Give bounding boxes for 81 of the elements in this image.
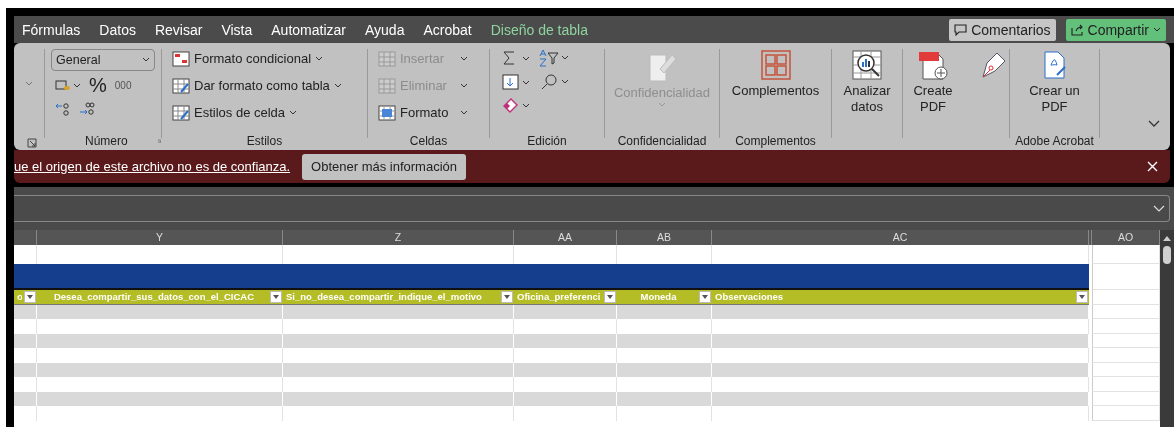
caret-icon <box>460 82 468 89</box>
cells-menu-button[interactable]: Formato <box>378 103 483 122</box>
scroll-up-icon[interactable] <box>1162 234 1172 242</box>
cells-icon <box>378 104 396 121</box>
collapse-ribbon-icon[interactable] <box>1148 120 1160 128</box>
expand-icon[interactable] <box>1153 204 1165 213</box>
create-pdf-link-button[interactable]: Crear un PDF <box>1024 49 1085 115</box>
group-label: Complementos <box>734 134 817 148</box>
table-format-icon <box>172 77 190 94</box>
create-pdf-button[interactable]: Create PDF <box>903 49 963 115</box>
comment-icon <box>954 23 968 36</box>
ribbon-tab[interactable]: Datos <box>99 21 136 38</box>
filter-dropdown-icon[interactable] <box>699 290 711 303</box>
more-info-button[interactable]: Obtener más información <box>302 153 467 180</box>
autosum-icon[interactable] <box>502 50 532 66</box>
cells-icon <box>378 50 396 67</box>
analyze-data-button[interactable]: Analizar datos <box>837 49 897 115</box>
percent-button[interactable]: % <box>89 75 107 95</box>
styles-menu-button[interactable]: Dar formato como tabla <box>172 76 361 95</box>
addins-button[interactable]: Complementos <box>731 49 820 98</box>
number-format-dropdown[interactable]: General <box>51 49 155 71</box>
warning-link[interactable]: ue el origen de este archivo no es de confianza. <box>14 159 291 174</box>
ribbon-tab[interactable]: Automatizar <box>271 21 346 38</box>
ribbon-tab[interactable]: Diseño de tabla <box>490 21 588 38</box>
table-format-icon <box>172 104 190 121</box>
comments-button[interactable]: Comentarios <box>949 18 1056 41</box>
share-icon <box>1070 23 1084 36</box>
eraser-icon[interactable] <box>502 97 532 113</box>
table-header: Observaciones <box>712 290 1089 305</box>
caret-icon <box>1153 26 1161 33</box>
scroll-thumb[interactable] <box>1163 246 1171 264</box>
caret-icon <box>315 55 324 62</box>
table-header: Oficina_preferenci <box>514 290 617 305</box>
filter-dropdown-icon[interactable] <box>1076 290 1088 303</box>
table-header: Si_no_desea_compartir_indique_el_motivo <box>283 290 514 305</box>
currency-icon[interactable] <box>55 78 81 92</box>
column-header[interactable]: Y <box>37 230 283 245</box>
group-label: Número <box>85 134 128 148</box>
table-header: o <box>14 290 37 305</box>
caret-icon <box>460 109 468 116</box>
caret-icon <box>289 109 298 116</box>
table-header: Moneda <box>617 290 712 305</box>
caret-icon <box>142 57 150 63</box>
close-icon[interactable] <box>1147 161 1158 172</box>
column-header[interactable]: AC <box>712 230 1089 245</box>
group-label: Adobe Acrobat <box>1014 134 1095 148</box>
ribbon-tab[interactable]: Ayuda <box>365 21 405 38</box>
filter-dropdown-icon[interactable] <box>501 290 513 303</box>
launcher-icon[interactable] <box>27 138 37 148</box>
vertical-scrollbar[interactable] <box>1160 230 1174 427</box>
increase-decimal-icon[interactable] <box>79 102 95 116</box>
chart-magnifier-icon <box>851 49 883 81</box>
column-header[interactable]: AB <box>617 230 712 245</box>
column-header[interactable]: AA <box>514 230 617 245</box>
group-label: Estilos <box>245 134 284 148</box>
ribbon-tab[interactable]: Revisar <box>154 21 203 38</box>
caret-icon <box>333 82 342 89</box>
filter-dropdown-icon[interactable] <box>270 290 282 303</box>
decrease-decimal-icon[interactable] <box>55 102 71 116</box>
column-header[interactable]: Z <box>283 230 514 245</box>
sort-filter-icon[interactable] <box>538 49 570 67</box>
caret-icon <box>658 102 666 108</box>
share-button[interactable]: Compartir <box>1065 18 1166 41</box>
group-label: Celdas <box>408 134 449 148</box>
filter-dropdown-icon[interactable] <box>24 290 36 303</box>
pdf-add-icon <box>917 49 949 81</box>
thousands-button[interactable]: 000 <box>114 79 132 91</box>
fill-icon[interactable] <box>502 74 532 90</box>
table-format-icon <box>172 50 190 67</box>
ribbon-tab[interactable]: Acrobat <box>423 21 472 38</box>
styles-menu-button[interactable]: Formato condicional <box>172 49 361 68</box>
cells-icon <box>378 77 396 94</box>
group-label: Edición <box>526 134 568 148</box>
table-header: Desea_compartir_sus_datos_con_el_CICAC <box>37 290 283 305</box>
grid-squares-icon <box>759 49 792 81</box>
caret-icon <box>460 55 468 62</box>
ribbon-tab[interactable]: Vista <box>221 21 253 38</box>
filter-dropdown-icon[interactable] <box>604 290 616 303</box>
group-label: Confidencialidad <box>616 134 708 148</box>
styles-menu-button[interactable]: Estilos de celda <box>172 103 361 122</box>
ribbon-tab[interactable]: Fórmulas <box>22 21 81 38</box>
